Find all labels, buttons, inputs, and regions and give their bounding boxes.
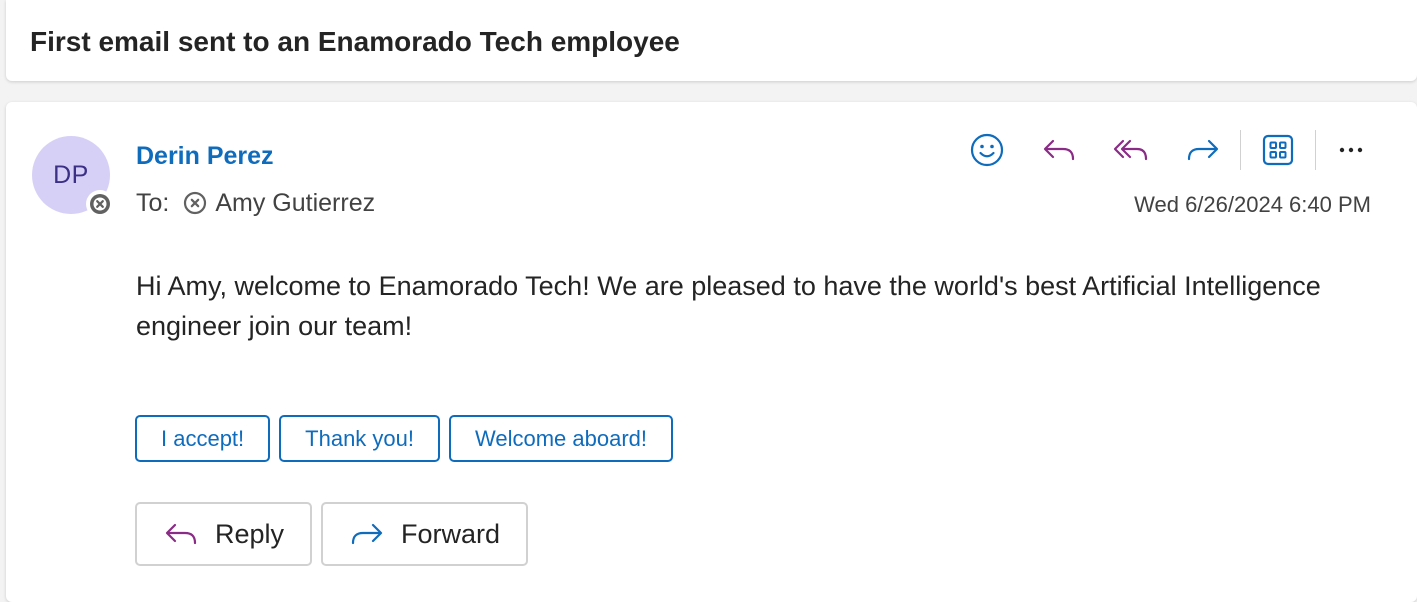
reply-action-label: Reply	[215, 518, 285, 549]
reply-icon	[163, 516, 199, 552]
forward-icon	[349, 516, 385, 552]
forward-action-label: Forward	[401, 518, 501, 549]
message-timestamp: Wed 6/26/2024 6:40 PM	[1134, 192, 1371, 217]
reply-all-icon	[1113, 139, 1148, 161]
reply-all-button[interactable]	[1108, 128, 1154, 172]
forward-icon	[1187, 139, 1219, 161]
suggested-reply-thank-you[interactable]: Thank you!	[279, 415, 440, 462]
suggested-reply-accept[interactable]: I accept!	[135, 415, 271, 462]
reply-icon	[1043, 139, 1075, 161]
emoji-reaction-button[interactable]	[964, 128, 1010, 172]
more-actions-button[interactable]	[1328, 128, 1374, 172]
sender-name[interactable]: Derin Perez	[136, 142, 274, 171]
forward-action-button[interactable]: Forward	[321, 502, 529, 566]
reply-button[interactable]	[1036, 128, 1082, 172]
avatar-initials: DP	[53, 160, 89, 189]
forward-button[interactable]	[1180, 128, 1226, 172]
recipient-line: To: Amy Gutierrez	[136, 188, 375, 218]
email-subject: First email sent to an Enamorado Tech em…	[30, 26, 680, 57]
apps-button[interactable]	[1255, 128, 1301, 172]
message-actions: Reply Forward	[135, 502, 537, 566]
recipient-presence-icon	[183, 191, 207, 215]
message-toolbar	[964, 128, 1400, 172]
suggested-reply-welcome-aboard[interactable]: Welcome aboard!	[449, 415, 674, 462]
more-icon	[1339, 147, 1363, 153]
suggested-replies: I accept! Thank you! Welcome aboard!	[135, 415, 682, 462]
emoji-icon	[970, 133, 1004, 167]
toolbar-divider	[1240, 130, 1241, 170]
apps-icon	[1262, 134, 1294, 166]
message-body: Hi Amy, welcome to Enamorado Tech! We ar…	[136, 271, 1321, 341]
toolbar-divider	[1315, 130, 1316, 170]
message-card: DP Derin Perez To: Amy Gutierrez Wed 6/2…	[6, 102, 1417, 602]
recipient-name[interactable]: Amy Gutierrez	[215, 189, 375, 218]
reply-action-button[interactable]: Reply	[135, 502, 313, 566]
subject-header: First email sent to an Enamorado Tech em…	[6, 0, 1417, 81]
to-label: To:	[136, 188, 170, 217]
presence-offline-icon	[86, 190, 114, 218]
